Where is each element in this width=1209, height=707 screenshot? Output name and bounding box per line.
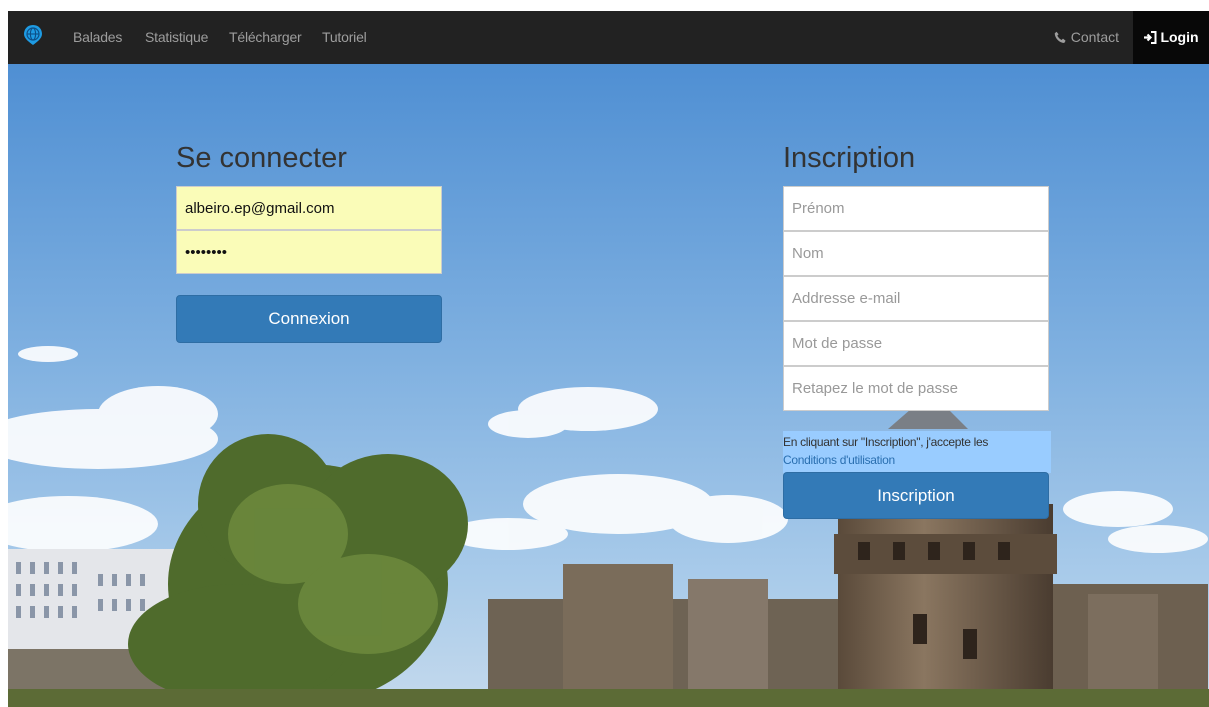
login-arrow-icon — [1144, 31, 1157, 44]
login-email-field[interactable] — [176, 186, 442, 230]
login-password-field[interactable] — [176, 230, 442, 274]
globe-pin-icon[interactable] — [22, 24, 44, 46]
nav-link-statistique[interactable]: Statistique — [145, 11, 208, 64]
signup-title: Inscription — [783, 142, 916, 174]
signup-firstname-field[interactable] — [783, 186, 1049, 231]
nav-login-button[interactable]: Login — [1133, 11, 1209, 64]
terms-link[interactable]: Conditions d'utilisation — [783, 453, 895, 467]
signup-password-field[interactable] — [783, 321, 1049, 366]
signup-lastname-field[interactable] — [783, 231, 1049, 276]
terms-text: En cliquant sur "Inscription", j'accepte… — [783, 435, 989, 449]
nav-contact[interactable]: Contact — [1054, 11, 1119, 64]
app-frame: Balades Statistique Télécharger Tutoriel… — [8, 11, 1209, 707]
nav-link-telecharger[interactable]: Télécharger — [229, 11, 302, 64]
terms-notice: En cliquant sur "Inscription", j'accepte… — [783, 431, 1051, 473]
login-title: Se connecter — [176, 142, 347, 174]
nav-link-balades[interactable]: Balades — [73, 11, 122, 64]
connexion-button[interactable]: Connexion — [176, 295, 442, 343]
top-navbar: Balades Statistique Télécharger Tutoriel… — [8, 11, 1209, 64]
nav-link-tutoriel[interactable]: Tutoriel — [322, 11, 367, 64]
inscription-button[interactable]: Inscription — [783, 472, 1049, 519]
signup-email-field[interactable] — [783, 276, 1049, 321]
nav-contact-label: Contact — [1070, 29, 1119, 45]
phone-icon — [1054, 31, 1066, 43]
signup-password-confirm-field[interactable] — [783, 366, 1049, 411]
nav-login-label: Login — [1160, 29, 1199, 45]
